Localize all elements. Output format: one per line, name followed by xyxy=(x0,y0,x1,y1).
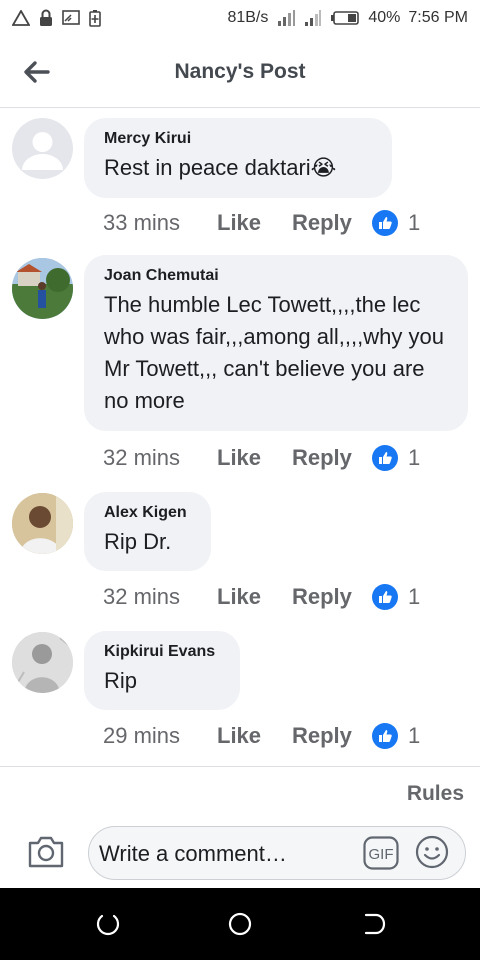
comment-box[interactable]: Write a comment… GIF xyxy=(88,826,466,880)
divider xyxy=(0,766,480,767)
default-avatar-icon xyxy=(22,132,63,170)
reaction-count[interactable]: 1 xyxy=(372,210,420,236)
comment-author[interactable]: Kipkirui Evans xyxy=(104,643,220,661)
screen: 81B/s 40% 7:56 PM Nancy's Post Mercy Kir… xyxy=(0,0,480,960)
comment-composer: Write a comment… GIF xyxy=(0,822,480,886)
camera-button[interactable] xyxy=(26,834,66,870)
like-button[interactable]: Like xyxy=(217,584,292,610)
thumbs-up-icon xyxy=(372,584,398,610)
comment-author[interactable]: Mercy Kirui xyxy=(104,130,372,148)
battery-level: 40% xyxy=(368,9,401,26)
comment-actions: 33 mins Like Reply 1 xyxy=(103,208,420,238)
network-speed: 81B/s xyxy=(227,9,269,26)
comment-text: Rest in peace daktari😭 xyxy=(104,155,337,180)
avatar[interactable] xyxy=(12,493,73,554)
battery-saver-icon xyxy=(88,9,102,27)
system-nav-bar xyxy=(0,888,480,960)
profile-photo xyxy=(12,258,73,319)
reaction-count[interactable]: 1 xyxy=(372,723,420,749)
like-button[interactable]: Like xyxy=(217,723,292,749)
thumbs-up-icon xyxy=(372,723,398,749)
comment-author[interactable]: Joan Chemutai xyxy=(104,267,448,285)
comment-time[interactable]: 32 mins xyxy=(103,445,217,471)
reply-button[interactable]: Reply xyxy=(292,445,372,471)
reaction-number: 1 xyxy=(408,445,421,470)
reaction-number: 1 xyxy=(408,210,421,235)
comment-actions: 32 mins Like Reply 1 xyxy=(103,582,420,612)
back-nav-icon xyxy=(364,913,386,935)
comment-bubble[interactable]: Kipkirui Evans Rip xyxy=(84,631,240,710)
clock: 7:56 PM xyxy=(408,9,468,26)
comment-author[interactable]: Alex Kigen xyxy=(104,504,191,522)
svg-text:GIF: GIF xyxy=(369,846,394,863)
comment-time[interactable]: 33 mins xyxy=(103,210,217,236)
gif-button[interactable]: GIF xyxy=(363,836,399,870)
home-button[interactable] xyxy=(226,910,254,938)
thumbs-up-icon xyxy=(372,445,398,471)
thumbs-up-icon xyxy=(372,210,398,236)
like-button[interactable]: Like xyxy=(217,445,292,471)
comment-time[interactable]: 32 mins xyxy=(103,584,217,610)
emoji-button[interactable] xyxy=(415,835,449,869)
comment-input[interactable]: Write a comment… xyxy=(99,841,287,867)
status-bar: 81B/s 40% 7:56 PM xyxy=(0,0,480,36)
reply-button[interactable]: Reply xyxy=(292,723,372,749)
warning-icon xyxy=(12,10,30,26)
smiley-icon xyxy=(415,835,449,869)
rules-link[interactable]: Rules xyxy=(407,782,464,806)
avatar[interactable] xyxy=(12,258,73,319)
recents-button[interactable] xyxy=(94,910,122,938)
back-nav-button[interactable] xyxy=(360,910,388,938)
reply-button[interactable]: Reply xyxy=(292,584,372,610)
like-button[interactable]: Like xyxy=(217,210,292,236)
reaction-number: 1 xyxy=(408,723,421,748)
signal-icon-2 xyxy=(304,9,322,27)
signal-icon xyxy=(276,9,296,27)
cast-icon xyxy=(62,10,80,26)
comment-text: Rip Dr. xyxy=(104,529,172,554)
comment-actions: 29 mins Like Reply 1 xyxy=(103,721,420,751)
comment-bubble[interactable]: Mercy Kirui Rest in peace daktari😭 xyxy=(84,118,392,198)
gif-icon: GIF xyxy=(363,836,399,870)
profile-photo xyxy=(12,493,73,554)
recents-icon xyxy=(96,914,120,936)
lock-icon xyxy=(38,9,54,27)
reaction-number: 1 xyxy=(408,584,421,609)
reaction-count[interactable]: 1 xyxy=(372,584,420,610)
avatar[interactable] xyxy=(12,118,73,179)
reply-button[interactable]: Reply xyxy=(292,210,372,236)
page-title: Nancy's Post xyxy=(174,59,306,83)
avatar[interactable] xyxy=(12,632,73,693)
comment-text: The humble Lec Towett,,,,the lec who was… xyxy=(104,292,444,413)
comment-time[interactable]: 29 mins xyxy=(103,723,217,749)
reaction-count[interactable]: 1 xyxy=(372,445,420,471)
home-icon xyxy=(228,912,252,936)
battery-icon xyxy=(330,10,360,26)
post-header: Nancy's Post xyxy=(0,36,480,108)
comment-actions: 32 mins Like Reply 1 xyxy=(103,443,420,473)
comment-text: Rip xyxy=(104,668,138,693)
comment-bubble[interactable]: Alex Kigen Rip Dr. xyxy=(84,492,211,571)
profile-photo xyxy=(12,632,73,693)
camera-icon xyxy=(28,836,64,868)
comment-bubble[interactable]: Joan Chemutai The humble Lec Towett,,,,t… xyxy=(84,255,468,431)
